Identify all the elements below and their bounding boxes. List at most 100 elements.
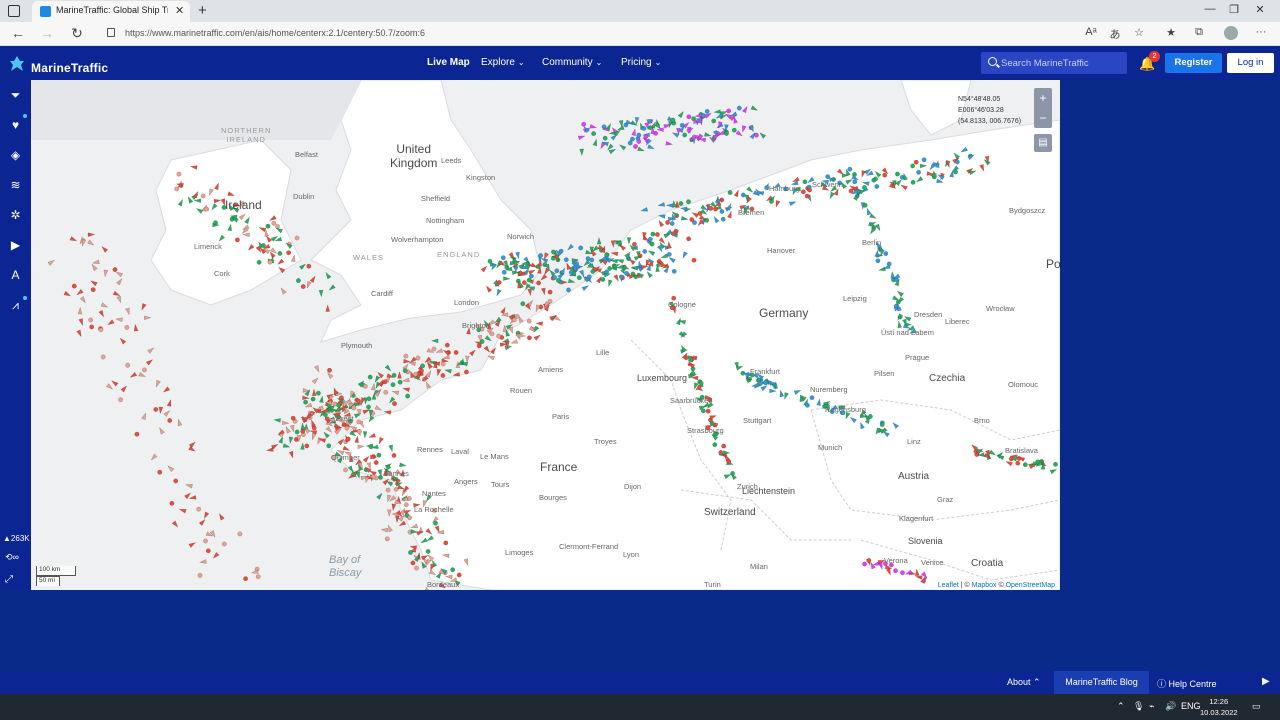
vessel-marker[interactable] [284, 425, 292, 434]
vessel-marker[interactable] [750, 105, 759, 113]
vessel-marker[interactable] [671, 268, 677, 274]
vessel-marker[interactable] [366, 396, 372, 402]
vessel-marker[interactable] [100, 302, 109, 309]
blog-link[interactable]: MarineTraffic Blog [1054, 671, 1149, 694]
vessel-marker[interactable] [487, 258, 493, 264]
vessel-marker[interactable] [873, 176, 878, 182]
vessel-marker[interactable] [90, 287, 96, 293]
vessel-marker[interactable] [1035, 459, 1041, 465]
vessel-marker[interactable] [758, 131, 767, 139]
vessel-marker[interactable] [567, 278, 576, 284]
google-play-icon[interactable]: ▶ [1262, 676, 1270, 687]
vessel-marker[interactable] [657, 214, 666, 219]
vessel-marker[interactable] [666, 251, 672, 257]
vessel-marker[interactable] [221, 541, 227, 547]
vessel-marker[interactable] [566, 287, 571, 293]
vessel-marker[interactable] [397, 379, 403, 385]
vessel-marker[interactable] [185, 483, 193, 489]
vessel-marker[interactable] [258, 226, 267, 233]
vessel-marker[interactable] [525, 263, 530, 269]
vessel-marker[interactable] [116, 295, 123, 304]
vessel-marker[interactable] [633, 144, 638, 149]
vessel-marker[interactable] [660, 253, 669, 260]
vessel-marker[interactable] [169, 500, 175, 506]
vessel-marker[interactable] [589, 123, 598, 130]
vessel-marker[interactable] [891, 421, 900, 429]
vessel-marker[interactable] [77, 306, 83, 315]
url-field[interactable]: https://www.marinetraffic.com/en/ais/hom… [125, 28, 425, 38]
vessel-marker[interactable] [166, 464, 175, 473]
vessel-marker[interactable] [590, 269, 596, 274]
vessel-marker[interactable] [189, 164, 198, 170]
vessel-marker[interactable] [294, 429, 300, 435]
vessel-marker[interactable] [677, 110, 685, 119]
vessel-marker[interactable] [740, 370, 746, 376]
vessel-marker[interactable] [910, 179, 916, 185]
minimize-icon[interactable]: — [1200, 3, 1220, 15]
vessel-marker[interactable] [849, 416, 857, 424]
collections-icon[interactable]: ⧉ [1191, 26, 1207, 39]
vessel-marker[interactable] [541, 287, 546, 296]
vessel-marker[interactable] [640, 207, 648, 212]
vessel-marker[interactable] [398, 520, 407, 528]
vessel-marker[interactable] [440, 373, 446, 378]
vessel-marker[interactable] [900, 183, 908, 191]
vessel-marker[interactable] [503, 276, 511, 281]
tab-close-icon[interactable]: ✕ [175, 4, 184, 17]
vessel-marker[interactable] [290, 254, 296, 263]
play-icon[interactable]: ▶ [6, 236, 25, 255]
vessel-marker[interactable] [174, 186, 180, 192]
vessel-marker[interactable] [600, 277, 606, 282]
vessel-marker[interactable] [154, 379, 161, 388]
vessel-marker[interactable] [875, 258, 881, 264]
vessel-marker[interactable] [865, 207, 872, 216]
vessel-marker[interactable] [720, 216, 726, 222]
vessel-marker[interactable] [602, 135, 608, 141]
search-box[interactable] [981, 52, 1127, 74]
vessel-marker[interactable] [665, 141, 674, 146]
vessel-marker[interactable] [384, 364, 392, 373]
vessel-marker[interactable] [848, 188, 854, 194]
vessel-marker[interactable] [107, 319, 115, 327]
vessel-marker[interactable] [344, 425, 350, 431]
vessel-marker[interactable] [300, 422, 306, 430]
vessel-marker[interactable] [351, 405, 357, 411]
vessel-marker[interactable] [63, 290, 72, 298]
vessel-marker[interactable] [100, 354, 106, 360]
vessel-marker[interactable] [552, 275, 558, 280]
vessel-marker[interactable] [444, 342, 450, 348]
filter-icon[interactable]: ⏷ [6, 86, 25, 105]
vessel-marker[interactable] [129, 371, 138, 379]
back-icon[interactable]: ← [9, 25, 27, 41]
vessel-marker[interactable] [212, 551, 220, 559]
vessel-marker[interactable] [921, 157, 927, 163]
vessel-marker[interactable] [147, 346, 156, 354]
vessel-marker[interactable] [290, 415, 296, 421]
vessel-marker[interactable] [302, 395, 310, 401]
vessel-marker[interactable] [636, 139, 642, 144]
vessel-marker[interactable] [373, 375, 381, 384]
vessel-marker[interactable] [643, 134, 649, 140]
vessel-marker[interactable] [116, 278, 123, 286]
vessel-marker[interactable] [890, 270, 896, 279]
vessel-marker[interactable] [277, 266, 286, 274]
vessel-marker[interactable] [713, 109, 721, 115]
vessel-marker[interactable] [726, 108, 732, 114]
vessel-marker[interactable] [158, 406, 164, 415]
vessel-marker[interactable] [403, 502, 409, 508]
vessel-marker[interactable] [402, 368, 408, 374]
vessel-marker[interactable] [1049, 468, 1058, 475]
vessel-marker[interactable] [893, 568, 898, 574]
vessel-marker[interactable] [388, 444, 394, 453]
vessel-marker[interactable] [199, 559, 207, 565]
vessel-marker[interactable] [390, 382, 396, 388]
vessel-marker[interactable] [133, 323, 139, 332]
vessel-marker[interactable] [774, 200, 781, 208]
vessel-marker[interactable] [526, 318, 532, 324]
forward-icon[interactable]: → [38, 25, 56, 41]
vessel-marker[interactable] [295, 278, 301, 284]
vessel-marker[interactable] [288, 450, 295, 459]
vessel-marker[interactable] [610, 251, 619, 257]
vessel-marker[interactable] [441, 553, 450, 559]
window-menu-icon[interactable] [8, 5, 20, 17]
